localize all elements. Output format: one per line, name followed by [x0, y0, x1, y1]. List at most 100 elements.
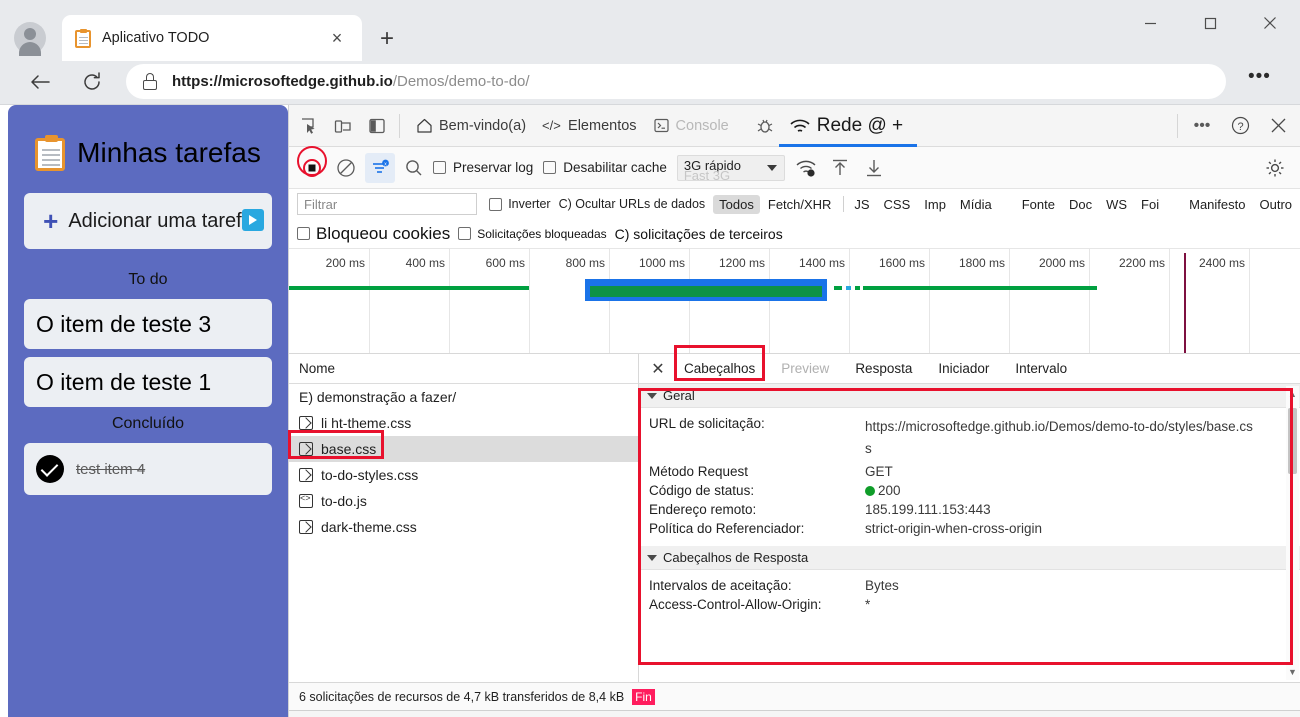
tab-elementos[interactable]: </> Elementos: [534, 105, 645, 147]
clear-icon[interactable]: [331, 153, 361, 183]
url-host: https://microsoftedge.github.io: [172, 73, 393, 90]
add-task-button[interactable]: + Adicionar uma tarefa: [24, 193, 272, 249]
filter-chip-fetch-xhr[interactable]: Fetch/XHR: [762, 195, 838, 214]
tab-label: Elementos: [568, 118, 637, 134]
window-close-icon[interactable]: [1240, 0, 1300, 46]
table-row[interactable]: dark-theme.css: [289, 514, 638, 540]
filter-chip-css[interactable]: CSS: [878, 195, 917, 214]
address-bar[interactable]: https://microsoftedge.github.io/Demos/de…: [126, 64, 1226, 99]
section-header-geral[interactable]: Geral: [639, 384, 1300, 408]
checkmark-icon[interactable]: [36, 455, 64, 483]
throttling-dropdown[interactable]: 3G rápido Fast 3G: [677, 155, 785, 181]
filter-chip-midia[interactable]: Mídia: [954, 195, 998, 214]
cursor-pointer-icon: [242, 209, 264, 231]
detail-row: URL de solicitação: https://microsoftedg…: [639, 414, 1300, 462]
invert-checkbox[interactable]: Inverter: [489, 197, 550, 211]
detail-value: GET: [865, 464, 893, 479]
list-item[interactable]: O item de teste 3: [24, 299, 272, 349]
tab-intervalo[interactable]: Intervalo: [1002, 361, 1080, 376]
filter-chip-imp[interactable]: Imp: [918, 195, 952, 214]
record-stop-icon[interactable]: [297, 153, 327, 183]
tab-resposta[interactable]: Resposta: [842, 361, 925, 376]
details-close-icon[interactable]: ✕: [645, 356, 671, 382]
more-icon[interactable]: •••: [1188, 112, 1216, 140]
svg-text:</>: </>: [542, 118, 561, 133]
profile-avatar[interactable]: [14, 22, 46, 54]
filter-chip-foi[interactable]: Foi: [1135, 195, 1165, 214]
tab-close-icon[interactable]: ×: [324, 25, 350, 51]
list-item[interactable]: test item 4: [24, 443, 272, 495]
tab-cabecalhos[interactable]: Cabeçalhos: [671, 361, 768, 376]
details-scrollbar[interactable]: ▲ ▼: [1286, 386, 1299, 680]
tab-rede[interactable]: Rede @ +: [779, 105, 917, 147]
gear-icon[interactable]: [1260, 153, 1290, 183]
css-file-icon: [299, 416, 313, 430]
window-maximize-icon[interactable]: [1180, 0, 1240, 46]
import-har-icon[interactable]: [825, 153, 855, 183]
filter-chip-js[interactable]: JS: [848, 195, 875, 214]
device-toggle-icon[interactable]: [329, 112, 357, 140]
disable-cache-checkbox[interactable]: Desabilitar cache: [543, 160, 667, 175]
timeline-bar: [834, 286, 842, 290]
filter-chip-fonte[interactable]: Fonte: [1016, 195, 1061, 214]
table-row[interactable]: base.css: [289, 436, 638, 462]
scroll-down-icon[interactable]: ▼: [1288, 666, 1297, 678]
export-har-icon[interactable]: [859, 153, 889, 183]
filter-chip-todos[interactable]: Todos: [713, 195, 760, 214]
preserve-log-checkbox[interactable]: Preservar log: [433, 160, 533, 175]
dock-side-icon[interactable]: [363, 112, 391, 140]
address-bar-url: https://microsoftedge.github.io/Demos/de…: [172, 73, 530, 90]
timeline-bar: [855, 286, 860, 290]
timeline-selection[interactable]: [585, 279, 827, 301]
tab-console[interactable]: Console: [645, 105, 737, 147]
back-icon[interactable]: [24, 66, 56, 98]
filter-chip-doc[interactable]: Doc: [1063, 195, 1098, 214]
network-overview-timeline[interactable]: 200 ms 400 ms 600 ms 800 ms 1000 ms 1200…: [289, 249, 1300, 354]
bug-icon[interactable]: [751, 112, 779, 140]
column-header-nome[interactable]: Nome: [289, 354, 638, 384]
axis-tick: 1800 ms: [959, 256, 1009, 270]
browser-tab[interactable]: Aplicativo TODO ×: [62, 15, 362, 61]
table-row[interactable]: to-do.js: [289, 488, 638, 514]
tab-bem-vindo[interactable]: Bem-vindo(a): [408, 105, 534, 147]
divider: [399, 114, 400, 138]
reload-icon[interactable]: [76, 66, 108, 98]
hide-data-urls-label[interactable]: C) Ocultar URLs de dados: [559, 197, 706, 211]
table-row[interactable]: E) demonstração a fazer/: [289, 384, 638, 410]
network-conditions-icon[interactable]: [791, 153, 821, 183]
inspect-icon[interactable]: [295, 112, 323, 140]
help-icon[interactable]: ?: [1226, 112, 1254, 140]
checkbox-box: [489, 198, 502, 211]
third-party-label[interactable]: C) solicitações de terceiros: [615, 226, 783, 242]
search-icon[interactable]: [399, 153, 429, 183]
blocked-requests-checkbox[interactable]: Solicitações bloqueadas: [458, 227, 606, 241]
new-tab-button[interactable]: +: [372, 24, 402, 54]
scrollbar-thumb[interactable]: [1288, 408, 1297, 474]
tab-iniciador[interactable]: Iniciador: [925, 361, 1002, 376]
scroll-up-icon[interactable]: ▲: [1288, 388, 1297, 400]
table-row[interactable]: li ht-theme.css: [289, 410, 638, 436]
filter-icon[interactable]: x: [365, 153, 395, 183]
filter-input[interactable]: Filtrar: [297, 193, 477, 215]
detail-key: Código de status:: [649, 483, 865, 498]
throttling-ghost-text: Fast 3G: [684, 168, 730, 183]
request-summary: 6 solicitações de recursos de 4,7 kB tra…: [299, 690, 624, 704]
finish-badge: Fin: [632, 689, 655, 705]
list-item[interactable]: O item de teste 1: [24, 357, 272, 407]
tab-preview[interactable]: Preview: [768, 361, 842, 376]
section-label-todo: To do: [24, 271, 272, 289]
section-header-cabecalhos-resposta[interactable]: Cabeçalhos de Resposta: [639, 546, 1300, 570]
filter-chip-ws[interactable]: WS: [1100, 195, 1133, 214]
section-title: Cabeçalhos de Resposta: [663, 550, 808, 565]
checkbox-box: [458, 227, 471, 240]
close-icon[interactable]: [1264, 112, 1292, 140]
axis-tick: 1400 ms: [799, 256, 849, 270]
detail-value[interactable]: https://microsoftedge.github.io/Demos/de…: [865, 416, 1255, 460]
table-row[interactable]: to-do-styles.css: [289, 462, 638, 488]
browser-more-icon[interactable]: •••: [1248, 72, 1271, 82]
blocked-cookies-checkbox[interactable]: Bloqueou cookies: [297, 224, 450, 244]
filter-chip-outro[interactable]: Outro: [1253, 195, 1298, 214]
window-minimize-icon[interactable]: [1120, 0, 1180, 46]
js-file-icon: [299, 494, 313, 508]
filter-chip-manifesto[interactable]: Manifesto: [1183, 195, 1251, 214]
